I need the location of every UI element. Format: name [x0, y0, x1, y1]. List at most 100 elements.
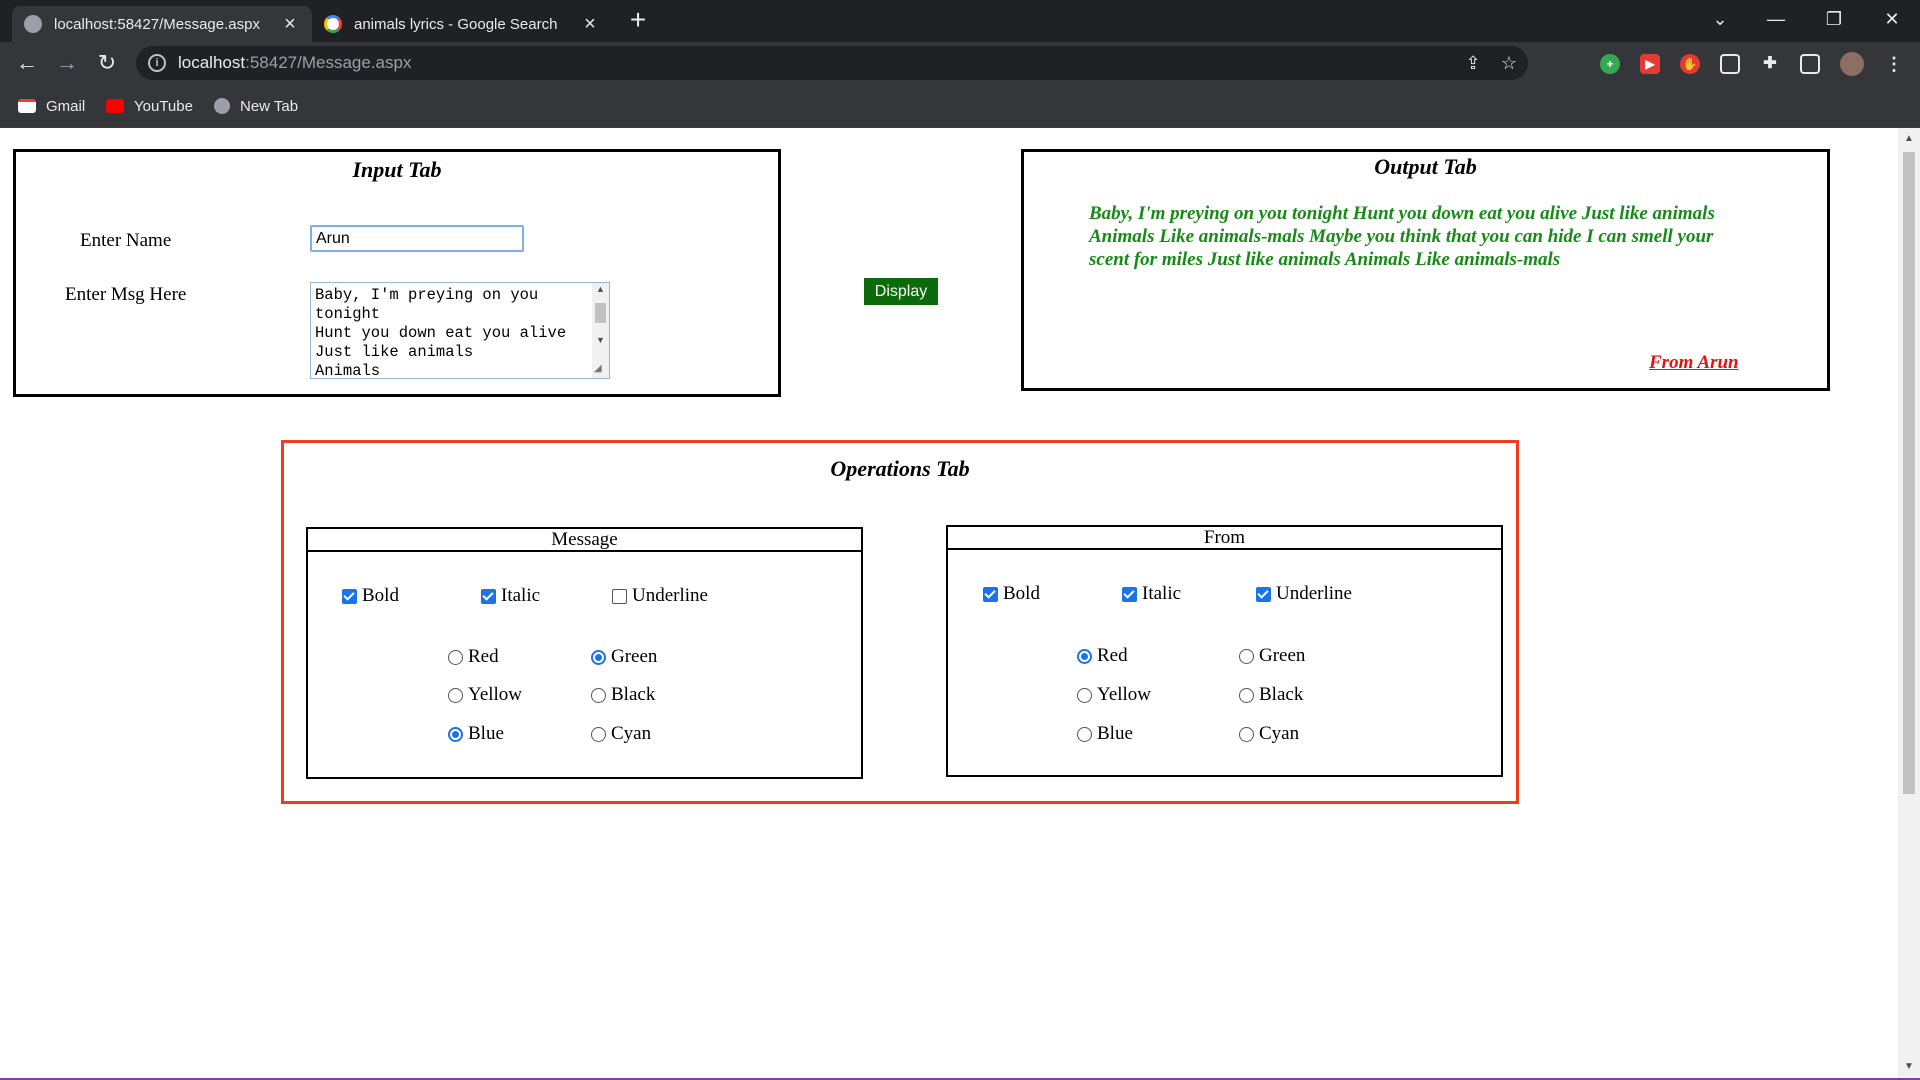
scroll-up-icon[interactable]: ▲ [1898, 130, 1920, 148]
tab-message-aspx[interactable]: localhost:58427/Message.aspx × [12, 6, 312, 42]
radio-circle[interactable] [448, 687, 463, 703]
message-underline-checkbox[interactable]: Underline [612, 585, 708, 607]
message-color-yellow-radio[interactable]: Yellow [448, 684, 522, 706]
message-color-blue-radio[interactable]: Blue [448, 723, 504, 745]
close-icon[interactable]: × [280, 14, 300, 34]
radio-label: Green [611, 646, 658, 667]
checkbox-box[interactable] [481, 588, 496, 604]
bookmark-label: Gmail [46, 97, 86, 115]
from-bold-checkbox[interactable]: Bold [983, 583, 1040, 605]
message-color-black-radio[interactable]: Black [591, 684, 655, 706]
from-underline-checkbox[interactable]: Underline [1256, 583, 1352, 605]
from-italic-checkbox[interactable]: Italic [1122, 583, 1181, 605]
side-panel-icon[interactable] [1800, 54, 1820, 74]
message-textarea-text[interactable]: Baby, I'm preying on you tonight Hunt yo… [311, 283, 591, 378]
radio-circle[interactable] [448, 649, 463, 665]
tab-google-search[interactable]: animals lyrics - Google Search × [312, 6, 612, 42]
bookmark-gmail[interactable]: Gmail [18, 96, 85, 116]
checkbox-box[interactable] [1122, 586, 1137, 602]
share-icon[interactable]: ⇪ [1462, 52, 1484, 74]
resize-handle-icon[interactable]: ◢ [594, 363, 602, 374]
name-input[interactable] [310, 225, 524, 252]
radio-label: Yellow [1097, 684, 1152, 705]
new-tab-button[interactable]: + [622, 6, 654, 36]
output-from: From Arun [1649, 352, 1739, 373]
message-color-red-radio[interactable]: Red [448, 646, 499, 668]
page-scrollbar[interactable]: ▲ ▼ [1898, 128, 1920, 1080]
message-color-green-radio[interactable]: Green [591, 646, 657, 668]
address-bar[interactable]: i localhost:58427/Message.aspx ⇪ ☆ [136, 46, 1528, 80]
checkbox-label: Bold [362, 585, 399, 606]
back-icon[interactable]: ← [12, 48, 42, 78]
input-tab-heading: Input Tab [352, 157, 442, 182]
address-text[interactable]: localhost:58427/Message.aspx [178, 53, 411, 73]
output-tab-heading: Output Tab [1374, 154, 1477, 179]
profile-avatar[interactable] [1840, 52, 1864, 76]
radio-label: Blue [468, 723, 504, 744]
display-button[interactable]: Display [864, 278, 938, 305]
from-color-blue-radio[interactable]: Blue [1077, 723, 1133, 745]
from-color-green-radio[interactable]: Green [1239, 645, 1305, 667]
operations-tab-panel: Operations Tab Message Bold Italic Under… [281, 440, 1519, 804]
menu-icon[interactable]: ⋮ [1884, 54, 1904, 74]
bookmark-youtube[interactable]: YouTube [106, 96, 193, 116]
message-textarea[interactable]: Baby, I'm preying on you tonight Hunt yo… [310, 282, 610, 379]
radio-circle[interactable] [591, 726, 606, 742]
extension-shield-icon[interactable] [1720, 54, 1740, 74]
message-bold-checkbox[interactable]: Bold [342, 585, 399, 607]
extension-plus-icon[interactable]: + [1600, 54, 1620, 74]
from-color-black-radio[interactable]: Black [1239, 684, 1303, 706]
info-icon[interactable]: i [148, 54, 166, 72]
radio-label: Red [468, 646, 499, 667]
window-close-icon[interactable]: ✕ [1864, 0, 1920, 38]
radio-circle[interactable] [591, 687, 606, 703]
enter-msg-label: Enter Msg Here [65, 284, 187, 305]
message-italic-checkbox[interactable]: Italic [481, 585, 540, 607]
google-icon [324, 15, 342, 33]
extension-video-icon[interactable]: ▶ [1640, 54, 1660, 74]
from-options-group: From Bold Italic Underline Red Green Yel… [946, 525, 1503, 777]
radio-circle[interactable] [448, 726, 463, 742]
checkbox-box[interactable] [983, 586, 998, 602]
from-color-yellow-radio[interactable]: Yellow [1077, 684, 1151, 706]
radio-circle[interactable] [1077, 726, 1092, 742]
message-group-legend: Message [308, 529, 861, 552]
radio-circle[interactable] [1077, 648, 1092, 664]
page-content: Input Tab Enter Name Enter Msg Here Baby… [0, 128, 1898, 1080]
radio-circle[interactable] [1077, 687, 1092, 703]
radio-circle[interactable] [1239, 687, 1254, 703]
scroll-thumb[interactable] [1903, 152, 1915, 794]
bookmarks-bar: Gmail YouTube New Tab [0, 84, 1920, 128]
scroll-up-icon[interactable]: ▲ [592, 284, 609, 294]
from-color-cyan-radio[interactable]: Cyan [1239, 723, 1299, 745]
reload-icon[interactable]: ↻ [92, 48, 122, 78]
radio-circle[interactable] [591, 649, 606, 665]
checkbox-box[interactable] [342, 588, 357, 604]
scroll-down-icon[interactable]: ▼ [1898, 1058, 1920, 1076]
radio-label: Yellow [468, 684, 523, 705]
bookmark-star-icon[interactable]: ☆ [1498, 52, 1520, 74]
scroll-down-icon[interactable]: ▼ [592, 335, 609, 345]
from-color-red-radio[interactable]: Red [1077, 645, 1128, 667]
checkbox-box[interactable] [1256, 586, 1271, 602]
checkbox-label: Italic [1142, 583, 1182, 604]
extension-adblock-icon[interactable]: ✋ [1680, 54, 1700, 74]
tab-strip: localhost:58427/Message.aspx × animals l… [0, 0, 1920, 42]
radio-circle[interactable] [1239, 726, 1254, 742]
restore-icon[interactable]: ❐ [1806, 0, 1862, 38]
radio-label: Cyan [1259, 723, 1300, 744]
checkbox-box[interactable] [612, 588, 627, 604]
forward-icon[interactable]: → [52, 48, 82, 78]
radio-circle[interactable] [1239, 648, 1254, 664]
bookmark-new-tab[interactable]: New Tab [214, 96, 298, 116]
tab-title: animals lyrics - Google Search [354, 15, 558, 33]
message-color-cyan-radio[interactable]: Cyan [591, 723, 651, 745]
message-options-group: Message Bold Italic Underline Red Green … [306, 527, 863, 779]
output-message: Baby, I'm preying on you tonight Hunt yo… [1089, 203, 1715, 270]
scroll-thumb[interactable] [595, 303, 606, 323]
close-icon[interactable]: × [580, 14, 600, 34]
extensions-puzzle-icon[interactable]: ✚ [1760, 54, 1780, 74]
tab-search-icon[interactable]: ⌄ [1692, 0, 1748, 38]
textarea-scrollbar[interactable]: ▲ ▼ ◢ [592, 283, 609, 378]
minimize-icon[interactable]: — [1748, 0, 1804, 38]
